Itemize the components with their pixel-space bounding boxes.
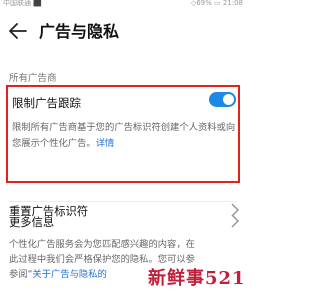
- status-bar: 中国联通 ⬛ ◇69% ▭ 21:08: [0, 0, 246, 10]
- footer-prefix: 参阅: [9, 269, 28, 280]
- toggle-knob: [223, 94, 234, 105]
- ads-privacy-link[interactable]: “关于广告与隐私的: [28, 269, 107, 280]
- limit-ad-tracking-label: 限制广告跟踪: [12, 96, 81, 110]
- back-arrow-icon: [9, 23, 27, 39]
- header: 广告与隐私: [0, 14, 246, 50]
- footer-line-1: 个性化广告服务会为您匹配感兴趣的内容，在: [9, 239, 195, 250]
- limit-ad-tracking-description: 限制所有广告商基于您的广告标识符创建个人资料或向您展示个性化广告。详情: [12, 120, 236, 151]
- watermark: 新鲜事521: [148, 268, 246, 289]
- description-text: 限制所有广告商基于您的广告标识符创建个人资料或向您展示个性化广告。: [12, 122, 236, 149]
- more-info-label: 更多信息: [9, 216, 55, 229]
- chevron-right-icon: [231, 214, 240, 228]
- more-info-row[interactable]: 更多信息: [0, 208, 246, 234]
- details-link[interactable]: 详情: [96, 138, 115, 149]
- divider: [9, 201, 237, 202]
- page-title: 广告与隐私: [39, 22, 120, 41]
- limit-ad-tracking-toggle[interactable]: [209, 92, 236, 107]
- status-right: ◇69% ▭ 21:08: [190, 0, 243, 7]
- section-label: 所有广告商: [9, 73, 57, 84]
- carrier-text: 中国联通 ⬛: [3, 0, 42, 7]
- back-button[interactable]: [5, 16, 31, 46]
